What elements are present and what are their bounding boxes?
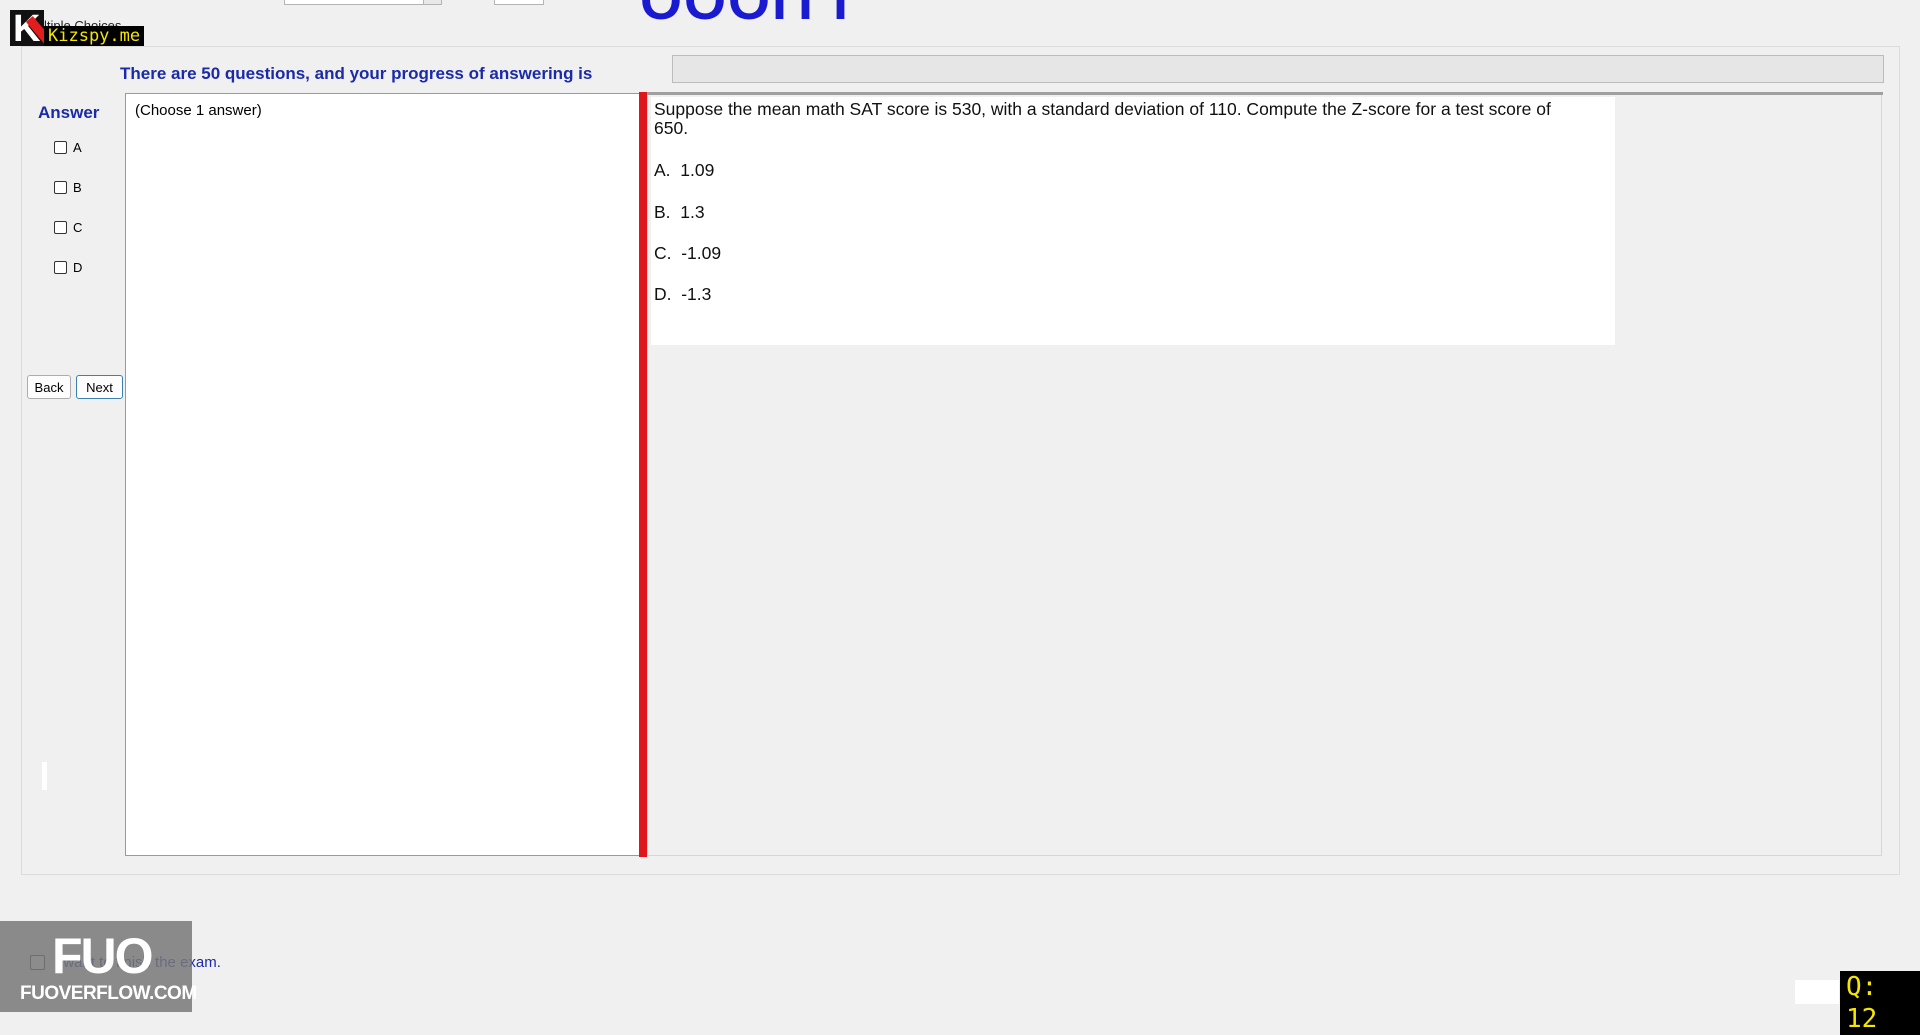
top-small-field[interactable] (494, 0, 544, 5)
next-button[interactable]: Next (76, 375, 123, 399)
kizspy-logo: K Kizspy.me (10, 10, 145, 46)
question-option-d: D. -1.3 (654, 284, 712, 304)
progress-bar (672, 55, 1884, 83)
answer-title: Answer (38, 103, 100, 122)
kizspy-logo-text: Kizspy.me (44, 26, 145, 46)
question-number-badge: Q: 12 (1840, 971, 1920, 1035)
badge-backdrop (1795, 980, 1839, 1004)
choose-instruction: (Choose 1 answer) (135, 102, 262, 119)
choose-answer-panel: (Choose 1 answer) (125, 93, 642, 856)
question-option-b: B. 1.3 (654, 202, 705, 222)
checkbox-b[interactable] (54, 181, 67, 194)
fuo-logo-text: FUO (52, 928, 154, 984)
checkbox-d[interactable] (54, 261, 67, 274)
question-pane-border (647, 92, 1883, 95)
answer-option-label: D (73, 260, 83, 275)
checkbox-c[interactable] (54, 221, 67, 234)
answer-option-c[interactable]: C (54, 220, 82, 235)
question-option-c: C. -1.09 (654, 243, 722, 263)
fuoverflow-logo-text: FUOVERFLOW.COM (20, 983, 197, 1004)
back-button[interactable]: Back (27, 375, 71, 399)
panel-splitter[interactable] (639, 92, 647, 857)
exam-code-combobox[interactable] (284, 0, 442, 5)
progress-label: There are 50 questions, and your progres… (120, 64, 593, 83)
answer-option-a[interactable]: A (54, 140, 82, 155)
checkbox-a[interactable] (54, 141, 67, 154)
exam-title: OOOITT (640, 0, 859, 31)
question-option-a: A. 1.09 (654, 160, 715, 180)
fuoverflow-logo: FUO FUOVERFLOW.COM (0, 921, 197, 1012)
scroll-indicator (42, 762, 47, 790)
answer-option-label: A (73, 140, 82, 155)
answer-option-d[interactable]: D (54, 260, 82, 275)
answer-option-label: C (73, 220, 83, 235)
question-text: Suppose the mean math SAT score is 530, … (654, 99, 1551, 138)
answer-option-b[interactable]: B (54, 180, 82, 195)
answer-option-label: B (73, 180, 82, 195)
k-logo-icon: K (10, 10, 44, 46)
question-box: Suppose the mean math SAT score is 530, … (651, 97, 1615, 345)
